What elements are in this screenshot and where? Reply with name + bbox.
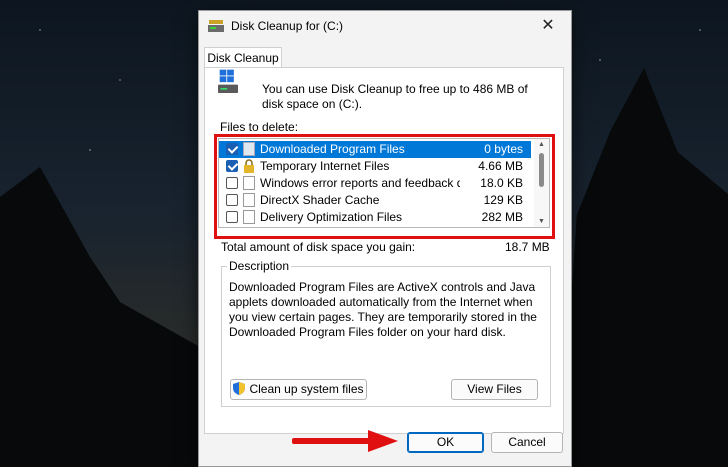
description-text: Downloaded Program Files are ActiveX con… [229, 280, 537, 339]
shield-icon [233, 382, 246, 395]
drive-icon [218, 69, 238, 93]
close-button[interactable]: ✕ [525, 11, 571, 41]
title-bar: Disk Cleanup for (C:) ✕ [199, 11, 571, 41]
description-title: Description [227, 259, 292, 273]
total-space-value: 18.7 MB [505, 240, 550, 254]
files-to-delete-label: Files to delete: [220, 120, 299, 134]
window-title: Disk Cleanup for (C:) [231, 19, 344, 33]
cancel-button[interactable]: Cancel [491, 432, 563, 453]
highlight-box [214, 134, 555, 239]
clean-up-system-files-label: Clean up system files [249, 382, 364, 396]
close-icon: ✕ [541, 17, 555, 34]
tab-disk-cleanup[interactable]: Disk Cleanup [204, 47, 282, 68]
view-files-button[interactable]: View Files [451, 379, 538, 400]
disk-cleanup-icon [208, 20, 224, 32]
total-space-label: Total amount of disk space you gain: [221, 240, 416, 254]
red-arrow-annotation [292, 430, 398, 452]
clean-up-system-files-button[interactable]: Clean up system files [230, 379, 367, 400]
intro-text: You can use Disk Cleanup to free up to 4… [262, 82, 528, 111]
ok-button[interactable]: OK [407, 432, 484, 453]
